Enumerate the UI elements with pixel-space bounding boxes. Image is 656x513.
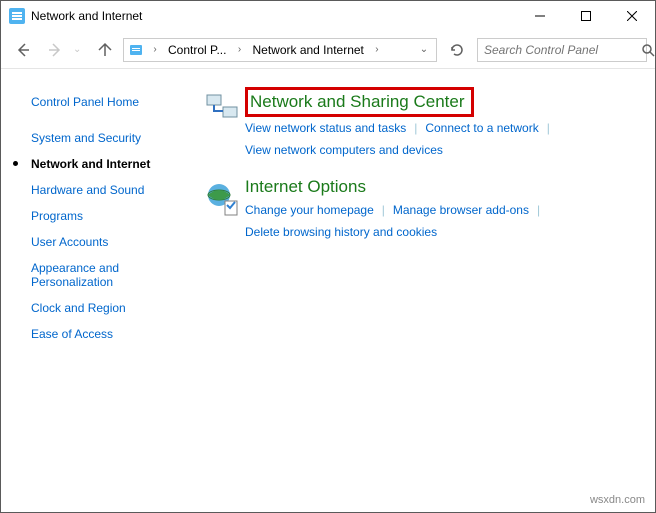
- breadcrumb-network-internet[interactable]: Network and Internet: [248, 39, 367, 61]
- internet-options-link[interactable]: Internet Options: [245, 177, 635, 199]
- history-dropdown[interactable]: ⌄: [73, 44, 87, 55]
- sidebar-item-network-internet[interactable]: Network and Internet: [31, 151, 201, 177]
- minimize-icon: [535, 11, 545, 21]
- connect-to-network-link[interactable]: Connect to a network: [425, 117, 538, 139]
- search-input[interactable]: [484, 43, 641, 57]
- body: Control Panel Home System and Security N…: [1, 69, 655, 512]
- maximize-icon: [581, 11, 591, 21]
- refresh-icon: [450, 43, 464, 57]
- control-panel-home-link[interactable]: Control Panel Home: [31, 89, 201, 115]
- breadcrumb-control-panel[interactable]: Control P...: [164, 39, 230, 61]
- address-dropdown[interactable]: ⌄: [414, 44, 434, 55]
- breadcrumb-separator[interactable]: ›: [370, 39, 384, 61]
- breadcrumb-separator[interactable]: ›: [148, 39, 162, 61]
- close-icon: [627, 11, 637, 21]
- minimize-button[interactable]: [517, 1, 563, 31]
- network-sharing-icon: [201, 87, 245, 161]
- sidebar-item-clock-region[interactable]: Clock and Region: [31, 295, 201, 321]
- sidebar: Control Panel Home System and Security N…: [1, 69, 201, 512]
- sidebar-item-programs[interactable]: Programs: [31, 203, 201, 229]
- change-homepage-link[interactable]: Change your homepage: [245, 199, 374, 221]
- sidebar-item-user-accounts[interactable]: User Accounts: [31, 229, 201, 255]
- back-button[interactable]: [9, 36, 37, 64]
- refresh-button[interactable]: [441, 38, 473, 62]
- arrow-right-icon: [47, 42, 63, 58]
- address-icon: [126, 42, 146, 58]
- section-network-sharing: Network and Sharing Center View network …: [201, 87, 635, 161]
- content-area: Network and Sharing Center View network …: [201, 69, 655, 512]
- search-box[interactable]: [477, 38, 647, 62]
- sidebar-item-system-security[interactable]: System and Security: [31, 125, 201, 151]
- link-divider: |: [529, 199, 548, 221]
- link-divider: |: [406, 117, 425, 139]
- watermark: wsxdn.com: [590, 494, 645, 506]
- close-button[interactable]: [609, 1, 655, 31]
- arrow-left-icon: [15, 42, 31, 58]
- section-internet-options: Internet Options Change your homepage | …: [201, 177, 635, 243]
- section-details: Internet Options Change your homepage | …: [245, 177, 635, 243]
- window-controls: [517, 1, 655, 31]
- network-sharing-center-link[interactable]: Network and Sharing Center: [250, 92, 465, 113]
- link-divider: |: [539, 117, 558, 139]
- internet-options-icon: [201, 177, 245, 243]
- delete-history-link[interactable]: Delete browsing history and cookies: [245, 221, 437, 243]
- sidebar-item-ease-of-access[interactable]: Ease of Access: [31, 321, 201, 347]
- section-details: Network and Sharing Center View network …: [245, 87, 635, 161]
- address-bar[interactable]: › Control P... › Network and Internet › …: [123, 38, 437, 62]
- highlight-annotation: Network and Sharing Center: [245, 87, 474, 117]
- up-button[interactable]: [91, 36, 119, 64]
- control-panel-icon: [9, 8, 25, 24]
- forward-button[interactable]: [41, 36, 69, 64]
- sidebar-item-appearance[interactable]: Appearance and Personalization: [31, 255, 161, 295]
- arrow-up-icon: [97, 42, 113, 58]
- breadcrumb-separator[interactable]: ›: [232, 39, 246, 61]
- view-network-computers-link[interactable]: View network computers and devices: [245, 139, 443, 161]
- manage-addons-link[interactable]: Manage browser add-ons: [393, 199, 529, 221]
- search-icon[interactable]: [641, 43, 655, 57]
- link-divider: |: [374, 199, 393, 221]
- sidebar-item-hardware-sound[interactable]: Hardware and Sound: [31, 177, 201, 203]
- toolbar: ⌄ › Control P... › Network and Internet …: [1, 31, 655, 69]
- maximize-button[interactable]: [563, 1, 609, 31]
- window-title: Network and Internet: [31, 9, 517, 23]
- view-network-status-link[interactable]: View network status and tasks: [245, 117, 406, 139]
- control-panel-window: Network and Internet ⌄ ›: [0, 0, 656, 513]
- titlebar: Network and Internet: [1, 1, 655, 31]
